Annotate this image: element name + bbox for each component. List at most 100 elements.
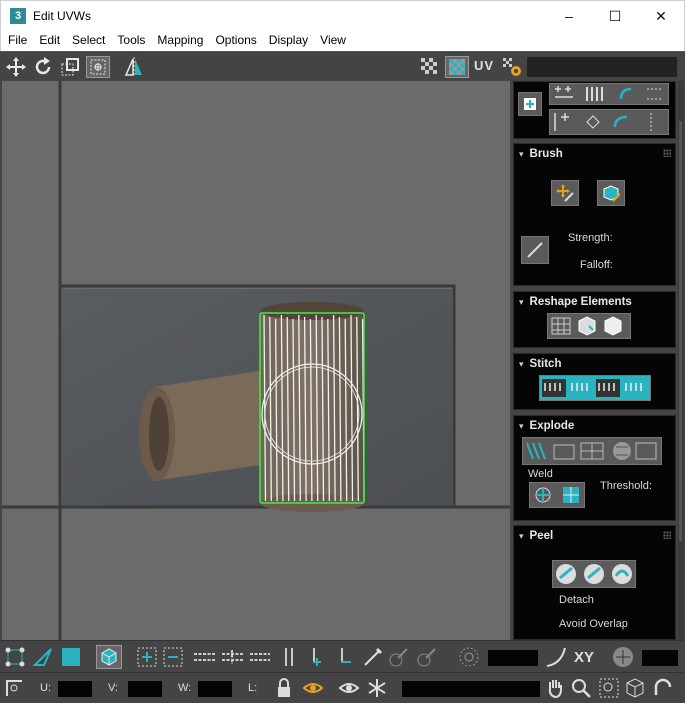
menu-bar: File Edit Select Tools Mapping Options D… xyxy=(0,30,685,51)
window-title: Edit UVWs xyxy=(33,8,92,23)
soft-selection-icon[interactable] xyxy=(458,646,480,668)
brush-stroke-icon[interactable] xyxy=(521,236,549,264)
reshape-tools-icon[interactable] xyxy=(547,313,631,339)
selection-toolbar: XY xyxy=(0,640,685,672)
coordinate-toolbar: U: V: W: L: xyxy=(0,672,685,703)
edge-mode-icon[interactable] xyxy=(32,646,54,668)
uv-map-dropdown[interactable] xyxy=(527,57,677,77)
add-pin-icon[interactable] xyxy=(306,646,328,668)
edge-distance-icon[interactable] xyxy=(610,645,636,669)
brush-shrink-icon[interactable] xyxy=(416,646,438,668)
freeform-icon[interactable] xyxy=(86,56,110,78)
w-field[interactable] xyxy=(198,681,232,697)
panel-scroll-thumb[interactable] xyxy=(679,121,682,541)
explode-tools-icon[interactable] xyxy=(522,437,662,465)
u-field[interactable] xyxy=(58,681,92,697)
peel-grip-icon[interactable] xyxy=(663,531,671,539)
edge-distance-field[interactable] xyxy=(642,650,678,666)
select-element-icon[interactable] xyxy=(518,92,542,116)
absolute-mode-icon[interactable] xyxy=(4,677,26,699)
snap-icon[interactable] xyxy=(652,677,674,699)
mirror-icon[interactable] xyxy=(122,56,146,78)
stitch-tools-icon[interactable] xyxy=(539,375,651,401)
title-bar: 3 Edit UVWs – ☐ ✕ xyxy=(0,0,685,30)
minimize-button[interactable]: – xyxy=(546,1,592,31)
relax-brush-icon[interactable] xyxy=(597,180,625,206)
brush-title[interactable]: Brush xyxy=(519,148,563,160)
tools-panel: Brush Strength: Falloff: Reshape Element… xyxy=(510,81,685,640)
zoom-region-icon[interactable] xyxy=(598,677,620,699)
reshape-elements-rollout: Reshape Elements xyxy=(513,291,676,348)
explode-rollout: Explode Weld Threshold: xyxy=(513,415,676,521)
main-toolbar: UV xyxy=(0,51,685,81)
quick-transform-rollout xyxy=(513,81,676,139)
align-tools-row2-icon[interactable] xyxy=(549,109,669,135)
checker-icon[interactable] xyxy=(418,56,442,78)
reshape-title[interactable]: Reshape Elements xyxy=(519,296,632,308)
pan-hand-icon[interactable] xyxy=(544,677,566,699)
element-mode-icon[interactable] xyxy=(96,645,122,669)
maximize-button[interactable]: ☐ xyxy=(592,1,638,31)
map-display-icon[interactable] xyxy=(445,56,469,78)
stitch-rollout: Stitch xyxy=(513,353,676,410)
avoid-overlap-label[interactable]: Avoid Overlap xyxy=(559,618,628,630)
peel-title[interactable]: Peel xyxy=(519,530,554,542)
menu-view[interactable]: View xyxy=(314,30,352,51)
show-icon[interactable] xyxy=(338,677,360,699)
brush-rollout: Brush Strength: Falloff: xyxy=(513,143,676,286)
paint-move-brush-icon[interactable] xyxy=(551,180,579,206)
w-label: W: xyxy=(178,682,192,694)
l-label: L: xyxy=(248,682,258,694)
remove-pin-icon[interactable] xyxy=(334,646,356,668)
explode-title[interactable]: Explode xyxy=(519,420,575,432)
zoom-icon[interactable] xyxy=(570,677,592,699)
vertex-mode-icon[interactable] xyxy=(4,646,26,668)
select-pin-icon[interactable] xyxy=(278,646,300,668)
app-icon: 3 xyxy=(10,7,26,24)
v-label: V: xyxy=(108,682,118,694)
falloff-label: Falloff: xyxy=(580,259,613,271)
stitch-title[interactable]: Stitch xyxy=(519,358,562,370)
uv-label[interactable]: UV xyxy=(474,58,494,73)
brush-grow-icon[interactable] xyxy=(388,646,410,668)
menu-mapping[interactable]: Mapping xyxy=(151,30,209,51)
zoom-extents-icon[interactable] xyxy=(624,677,646,699)
menu-file[interactable]: File xyxy=(1,30,33,51)
falloff-curve-icon[interactable] xyxy=(545,646,567,668)
window-controls: – ☐ ✕ xyxy=(546,1,684,31)
threshold-label: Threshold: xyxy=(600,480,652,492)
weld-label: Weld xyxy=(528,468,553,480)
menu-options[interactable]: Options xyxy=(209,30,262,51)
peel-rollout: Peel Detach Avoid Overlap xyxy=(513,525,676,640)
shrink-selection-icon[interactable] xyxy=(162,646,184,668)
weld-tools-icon[interactable] xyxy=(529,482,585,508)
align-tools-icon[interactable] xyxy=(549,83,669,105)
strength-label: Strength: xyxy=(568,232,613,244)
v-field[interactable] xyxy=(128,681,162,697)
uv-viewport[interactable] xyxy=(2,81,510,640)
hide-icon[interactable] xyxy=(302,677,324,699)
menu-edit[interactable]: Edit xyxy=(33,30,66,51)
detach-label[interactable]: Detach xyxy=(559,594,594,606)
lock-icon[interactable] xyxy=(273,677,295,699)
selection-set-field[interactable] xyxy=(402,681,540,697)
falloff-field[interactable] xyxy=(488,650,538,666)
freeze-icon[interactable] xyxy=(366,677,388,699)
grip-icon[interactable] xyxy=(663,149,671,157)
close-button[interactable]: ✕ xyxy=(638,1,684,31)
menu-tools[interactable]: Tools xyxy=(111,30,151,51)
paint-select-icon[interactable] xyxy=(362,646,384,668)
loop-ring-icon[interactable] xyxy=(192,646,272,668)
u-label: U: xyxy=(40,682,51,694)
polygon-mode-icon[interactable] xyxy=(60,646,82,668)
peel-tools-icon[interactable] xyxy=(552,560,636,588)
uv-canvas xyxy=(2,81,510,640)
xy-label[interactable]: XY xyxy=(574,649,594,666)
menu-display[interactable]: Display xyxy=(263,30,314,51)
rotate-icon[interactable] xyxy=(31,56,55,78)
scale-icon[interactable] xyxy=(58,56,82,78)
grow-selection-icon[interactable] xyxy=(136,646,158,668)
move-icon[interactable] xyxy=(4,56,28,78)
menu-select[interactable]: Select xyxy=(66,30,111,51)
settings-icon[interactable] xyxy=(500,56,524,78)
